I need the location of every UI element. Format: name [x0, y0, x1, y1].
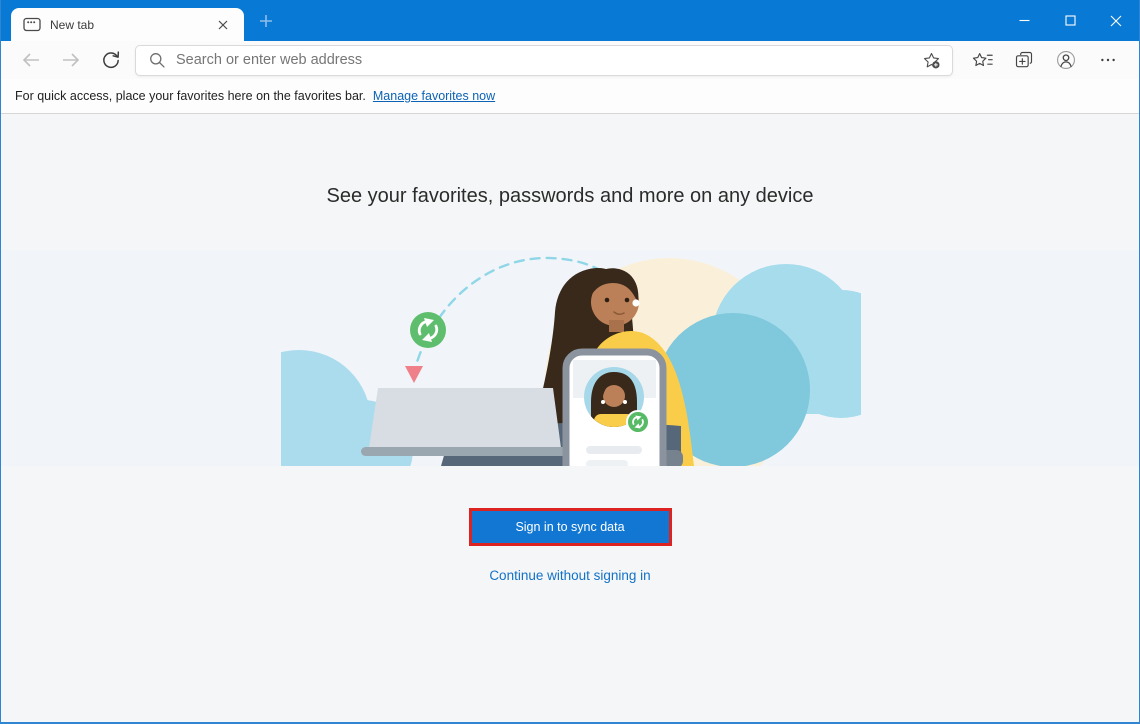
new-tab-plus-icon — [260, 15, 272, 27]
browser-window: New tab Search or enter web address For … — [0, 0, 1140, 724]
settings-ellipsis-icon — [1101, 58, 1115, 62]
navigation-toolbar — [1, 41, 1139, 79]
window-close-icon — [1110, 15, 1122, 26]
window-controls — [1001, 0, 1139, 41]
search-icon — [150, 53, 165, 68]
continue-without-signing-in-link[interactable]: Continue without signing in — [1, 568, 1139, 583]
profile-button[interactable] — [1045, 44, 1087, 76]
maximize-icon — [1064, 15, 1076, 26]
minimize-icon — [1019, 19, 1029, 22]
add-favorite-icon — [923, 52, 939, 68]
new-tab-page-icon — [23, 17, 41, 32]
minimize-button[interactable] — [1001, 0, 1047, 41]
forward-icon — [63, 53, 80, 67]
maximize-button[interactable] — [1047, 0, 1093, 41]
favorites-bar: For quick access, place your favorites h… — [1, 79, 1139, 114]
phone-illustration — [562, 348, 667, 466]
sync-illustration — [281, 256, 861, 466]
refresh-button[interactable] — [91, 44, 131, 76]
profile-icon — [1057, 51, 1075, 69]
back-icon — [22, 53, 39, 67]
new-tab-button[interactable] — [253, 9, 279, 33]
manage-favorites-link[interactable]: Manage favorites now — [373, 89, 495, 103]
collections-button[interactable] — [1003, 44, 1045, 76]
window-close-button[interactable] — [1093, 0, 1139, 41]
title-bar: New tab — [1, 0, 1139, 41]
refresh-icon — [103, 51, 120, 69]
favorites-bar-message: For quick access, place your favorites h… — [15, 89, 366, 103]
earring — [632, 299, 640, 307]
search-input[interactable] — [176, 52, 916, 68]
laptop-base — [361, 447, 571, 456]
forward-button[interactable] — [51, 44, 91, 76]
address-bar[interactable] — [135, 44, 953, 76]
back-button[interactable] — [11, 44, 51, 76]
favorites-icon — [972, 52, 993, 66]
favorites-button[interactable] — [961, 44, 1003, 76]
phone-sync-badge — [626, 410, 650, 434]
laptop-screen — [369, 388, 561, 448]
add-favorite-button[interactable] — [916, 47, 946, 73]
sign-in-button[interactable]: Sign in to sync data — [471, 511, 669, 543]
sync-icon — [410, 312, 446, 348]
page-title: See your favorites, passwords and more o… — [326, 185, 814, 207]
tab-title: New tab — [50, 17, 95, 32]
settings-menu-button[interactable] — [1087, 44, 1129, 76]
annotation-highlight-box: Sign in to sync data — [468, 508, 672, 546]
tab-new-tab[interactable]: New tab — [11, 8, 244, 41]
sync-setup-page: See your favorites, passwords and more o… — [1, 114, 1139, 722]
tab-close-icon[interactable] — [212, 14, 234, 36]
sign-in-area: Sign in to sync data — [1, 508, 1139, 546]
arrowhead-left — [405, 366, 423, 383]
collections-icon — [1015, 51, 1033, 68]
